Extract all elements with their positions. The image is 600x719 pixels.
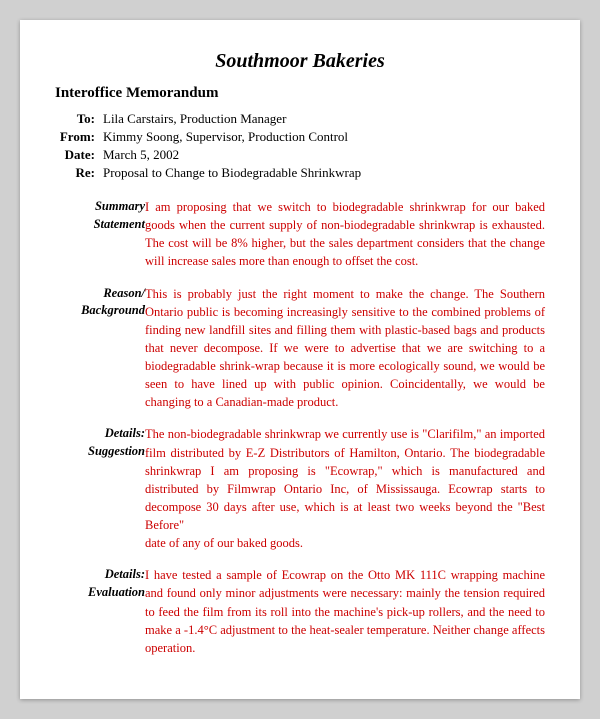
sections-container: SummaryStatementI am proposing that we s… (55, 196, 545, 659)
document-title: Southmoor Bakeries (55, 50, 545, 73)
section-1: Reason/BackgroundThis is probably just t… (55, 283, 545, 414)
section-label-0: SummaryStatement (55, 196, 145, 273)
section-3: Details:EvaluationI have tested a sample… (55, 564, 545, 659)
from-label: From: (55, 128, 103, 146)
date-value: March 5, 2002 (103, 146, 545, 164)
section-label-3: Details:Evaluation (55, 564, 145, 659)
section-label-2: Details:Suggestion (55, 423, 145, 554)
section-content-0: I am proposing that we switch to biodegr… (145, 196, 545, 273)
to-label: To: (55, 110, 103, 128)
header-table: To: Lila Carstairs, Production Manager F… (55, 110, 545, 182)
section-label-1: Reason/Background (55, 283, 145, 414)
re-value: Proposal to Change to Biodegradable Shri… (103, 164, 545, 182)
section-2: Details:SuggestionThe non-biodegradable … (55, 423, 545, 554)
memo-heading: Interoffice Memorandum (55, 85, 545, 102)
date-label: Date: (55, 146, 103, 164)
document: Southmoor Bakeries Interoffice Memorandu… (20, 20, 580, 699)
section-content-2: The non-biodegradable shrinkwrap we curr… (145, 423, 545, 554)
section-0: SummaryStatementI am proposing that we s… (55, 196, 545, 273)
to-value: Lila Carstairs, Production Manager (103, 110, 545, 128)
section-content-1: This is probably just the right moment t… (145, 283, 545, 414)
from-value: Kimmy Soong, Supervisor, Production Cont… (103, 128, 545, 146)
re-label: Re: (55, 164, 103, 182)
section-content-3: I have tested a sample of Ecowrap on the… (145, 564, 545, 659)
